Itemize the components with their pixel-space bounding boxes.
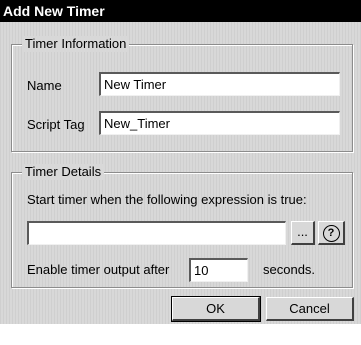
browse-button-label: ... — [297, 224, 308, 239]
dialog-title: Add New Timer — [0, 0, 361, 22]
script-tag-label: Script Tag — [27, 117, 85, 132]
name-field[interactable] — [99, 72, 340, 96]
expression-help-button[interactable]: ? — [318, 221, 345, 245]
script-tag-field[interactable] — [99, 111, 340, 135]
cancel-button-label: Cancel — [289, 301, 330, 316]
expression-field[interactable] — [27, 221, 286, 245]
timer-information-group: Timer Information — [11, 36, 353, 152]
expression-prompt: Start timer when the following expressio… — [27, 192, 307, 207]
output-delay-field[interactable] — [189, 258, 248, 282]
output-delay-unit: seconds. — [263, 262, 316, 277]
question-circle-icon: ? — [322, 225, 340, 242]
browse-expression-button[interactable]: ... — [291, 221, 315, 245]
output-delay-label: Enable timer output after — [27, 262, 170, 277]
timer-details-legend: Timer Details — [22, 164, 105, 180]
timer-information-legend: Timer Information — [22, 36, 130, 52]
ok-button-label: OK — [206, 301, 225, 316]
ok-button[interactable]: OK — [171, 296, 261, 322]
add-new-timer-dialog: Add New Timer Timer Information Name Scr… — [0, 0, 361, 324]
cancel-button[interactable]: Cancel — [266, 297, 354, 321]
name-label: Name — [27, 78, 62, 93]
